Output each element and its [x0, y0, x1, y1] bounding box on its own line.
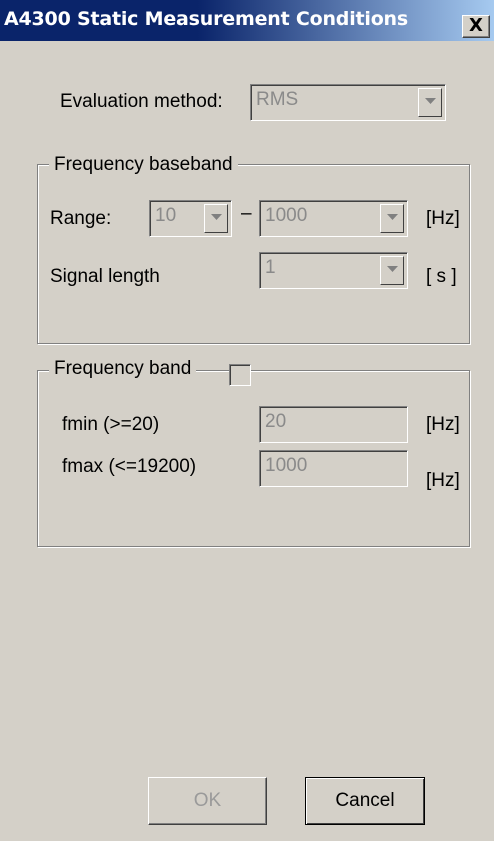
- dialog-window: A4300 Static Measurement Conditions X Ev…: [0, 0, 494, 841]
- range-from-select[interactable]: 10: [149, 200, 232, 237]
- range-label: Range:: [50, 208, 112, 229]
- cancel-button[interactable]: Cancel: [305, 777, 425, 825]
- fmax-label: fmax (<=19200): [62, 456, 197, 477]
- signal-length-value: 1: [265, 257, 276, 278]
- window-title: A4300 Static Measurement Conditions: [4, 8, 408, 30]
- range-unit: [Hz]: [426, 208, 460, 229]
- evaluation-method-value: RMS: [256, 89, 299, 110]
- range-to-select[interactable]: 1000: [259, 200, 408, 237]
- range-to-value: 1000: [265, 205, 308, 226]
- signal-length-unit: [ s ]: [426, 266, 457, 287]
- close-button[interactable]: X: [462, 15, 490, 38]
- chevron-down-icon[interactable]: [418, 88, 442, 117]
- chevron-down-icon[interactable]: [380, 256, 404, 285]
- evaluation-method-select[interactable]: RMS: [250, 84, 446, 121]
- fmin-value: 20: [265, 411, 287, 432]
- frequency-band-checkbox[interactable]: [229, 364, 251, 386]
- ok-button[interactable]: OK: [148, 777, 267, 825]
- fmax-value: 1000: [265, 455, 308, 476]
- range-from-value: 10: [155, 205, 177, 226]
- fmin-label: fmin (>=20): [62, 414, 160, 435]
- fmin-unit: [Hz]: [426, 414, 460, 435]
- chevron-down-icon[interactable]: [380, 204, 404, 233]
- evaluation-method-label: Evaluation method:: [60, 91, 223, 112]
- frequency-band-title: Frequency band: [49, 358, 197, 380]
- frequency-baseband-title: Frequency baseband: [49, 154, 238, 176]
- fmin-input[interactable]: 20: [259, 406, 408, 443]
- signal-length-select[interactable]: 1: [259, 252, 408, 289]
- signal-length-label: Signal length: [50, 266, 160, 287]
- title-bar[interactable]: A4300 Static Measurement Conditions X: [0, 0, 494, 41]
- chevron-down-icon[interactable]: [204, 204, 228, 233]
- fmax-unit: [Hz]: [426, 470, 460, 491]
- range-dash: –: [241, 203, 252, 224]
- fmax-input[interactable]: 1000: [259, 450, 408, 487]
